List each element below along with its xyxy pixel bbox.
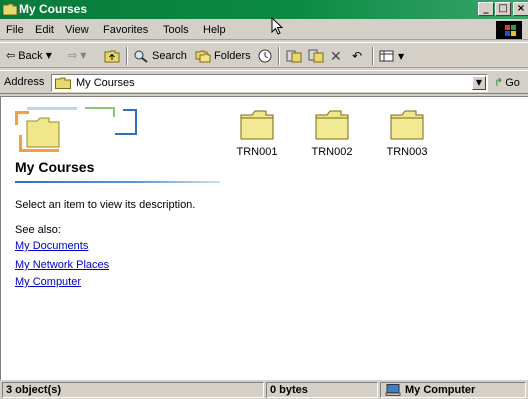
menu-help[interactable]: Help bbox=[203, 24, 226, 36]
explorer-window: My Courses _ □ × File Edit View Favorite… bbox=[0, 0, 528, 399]
views-icon bbox=[379, 50, 394, 62]
move-to-button[interactable] bbox=[286, 49, 302, 63]
link-my-documents[interactable]: My Documents bbox=[15, 240, 88, 252]
toolbar-separator bbox=[372, 47, 374, 65]
close-button[interactable]: × bbox=[513, 2, 528, 16]
search-icon bbox=[134, 50, 148, 63]
status-zone: My Computer bbox=[380, 382, 526, 398]
move-to-icon bbox=[286, 50, 302, 63]
see-also-label: See also: bbox=[15, 224, 61, 236]
toolbar: ⇦ Back ▼ ⇨ ▼ Search Folders ✕ ↶ ▼ bbox=[0, 42, 528, 68]
folders-icon bbox=[195, 50, 211, 63]
back-arrow-icon: ⇦ bbox=[6, 49, 16, 62]
sidebar-divider bbox=[15, 181, 220, 183]
up-folder-button[interactable] bbox=[104, 49, 120, 63]
folder-item[interactable]: TRN001 bbox=[227, 110, 287, 170]
address-input[interactable]: My Courses ▼ bbox=[51, 74, 488, 92]
folder-view[interactable]: My Courses Select an item to view its de… bbox=[0, 96, 528, 380]
delete-button[interactable]: ✕ bbox=[330, 49, 342, 65]
menu-bar: File Edit View Favorites Tools Help bbox=[0, 20, 528, 40]
windows-logo-icon bbox=[496, 21, 522, 39]
undo-icon: ↶ bbox=[352, 49, 363, 63]
back-button[interactable]: ⇦ Back ▼ bbox=[6, 49, 52, 62]
folder-label: TRN001 bbox=[236, 146, 278, 158]
folder-label: TRN003 bbox=[386, 146, 428, 158]
title-bar[interactable]: My Courses _ □ × bbox=[0, 0, 528, 19]
dropdown-arrow-icon: ▼ bbox=[80, 51, 87, 60]
folder-icon bbox=[55, 77, 71, 89]
menu-tools[interactable]: Tools bbox=[163, 24, 189, 36]
history-button[interactable] bbox=[257, 49, 273, 63]
menu-edit[interactable]: Edit bbox=[35, 24, 54, 36]
folder-item[interactable]: TRN002 bbox=[302, 110, 362, 170]
minimize-button[interactable]: _ bbox=[478, 2, 494, 16]
folder-item[interactable]: TRN003 bbox=[377, 110, 437, 170]
forward-arrow-icon: ⇨ bbox=[68, 49, 78, 62]
address-dropdown-button[interactable]: ▼ bbox=[472, 76, 486, 90]
link-my-network-places[interactable]: My Network Places bbox=[15, 259, 109, 271]
address-bar: Address My Courses ▼ ↱ Go bbox=[0, 70, 528, 94]
toolbar-separator bbox=[126, 47, 128, 65]
go-arrow-icon: ↱ bbox=[494, 76, 504, 89]
sidebar-description: Select an item to view its description. bbox=[15, 199, 196, 211]
toolbar-separator bbox=[278, 47, 280, 65]
status-bar: 3 object(s) 0 bytes My Computer bbox=[0, 381, 528, 399]
mouse-pointer-icon bbox=[271, 17, 284, 35]
dropdown-arrow-icon: ▼ bbox=[398, 51, 405, 61]
status-object-count: 3 object(s) bbox=[2, 382, 264, 398]
folders-button[interactable]: Folders bbox=[195, 49, 251, 63]
menu-view[interactable]: View bbox=[65, 24, 89, 36]
sidebar-title: My Courses bbox=[15, 159, 95, 175]
my-computer-icon bbox=[385, 384, 401, 396]
folder-icon bbox=[3, 3, 17, 15]
delete-icon: ✕ bbox=[330, 49, 342, 65]
folder-label: TRN002 bbox=[311, 146, 353, 158]
copy-to-button[interactable] bbox=[308, 49, 324, 63]
folder-icon bbox=[240, 110, 274, 140]
up-folder-icon bbox=[104, 50, 120, 63]
folder-icon bbox=[390, 110, 424, 140]
folder-banner-icon bbox=[15, 107, 137, 152]
copy-to-icon bbox=[308, 49, 324, 63]
views-button[interactable]: ▼ bbox=[379, 49, 404, 63]
link-my-computer[interactable]: My Computer bbox=[15, 276, 81, 288]
folder-icon bbox=[315, 110, 349, 140]
status-size: 0 bytes bbox=[266, 382, 378, 398]
forward-button[interactable]: ⇨ ▼ bbox=[68, 49, 86, 62]
menu-file[interactable]: File bbox=[6, 24, 24, 36]
history-icon bbox=[258, 49, 272, 63]
dropdown-arrow-icon: ▼ bbox=[45, 51, 52, 60]
menu-favorites[interactable]: Favorites bbox=[103, 24, 148, 36]
window-title: My Courses bbox=[19, 2, 88, 16]
maximize-button[interactable]: □ bbox=[495, 2, 511, 16]
go-button[interactable]: ↱ Go bbox=[494, 76, 520, 89]
undo-button[interactable]: ↶ bbox=[352, 49, 362, 63]
address-label: Address bbox=[4, 76, 45, 88]
search-button[interactable]: Search bbox=[133, 49, 187, 63]
